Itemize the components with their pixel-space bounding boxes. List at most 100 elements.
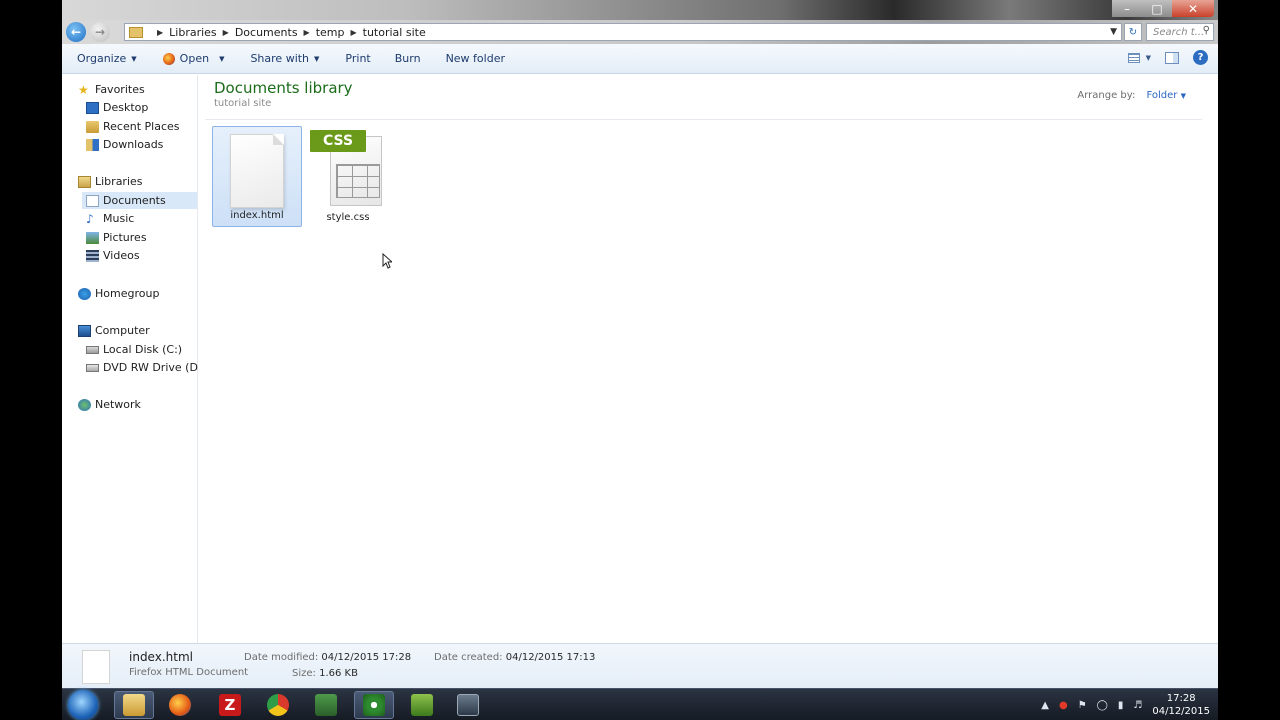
documents-icon: [86, 194, 99, 207]
refresh-button[interactable]: ↻: [1124, 23, 1142, 41]
burn-button[interactable]: Burn: [395, 52, 421, 65]
downloads-icon: [86, 138, 99, 151]
crumb-tutorial-site[interactable]: tutorial site: [363, 26, 426, 39]
sidebar-item-favorites[interactable]: ★ Favorites: [78, 83, 145, 96]
file-name: index.html: [230, 210, 284, 221]
sidebar-item-videos[interactable]: Videos: [86, 249, 140, 262]
burn-label: Burn: [394, 52, 421, 65]
taskbar-app-3[interactable]: [402, 691, 442, 719]
breadcrumb: ▶ Libraries ▶ Documents ▶ temp ▶ tutoria…: [151, 26, 426, 39]
chrome-icon: [267, 694, 289, 716]
address-dropdown-icon[interactable]: ▼: [1110, 24, 1121, 40]
arrange-by-dropdown[interactable]: Folder ▼: [1147, 90, 1186, 101]
file-thumbnail-icon: [82, 650, 110, 684]
dropdown-arrow-icon[interactable]: ▼: [1146, 54, 1151, 62]
desktop-icon: [86, 101, 99, 114]
arrange-by-label: Arrange by:: [1077, 90, 1136, 101]
help-icon[interactable]: ?: [1193, 50, 1208, 65]
sidebar-item-desktop[interactable]: Desktop: [86, 101, 148, 114]
dropdown-arrow-icon: ▼: [314, 54, 320, 63]
sidebar-item-homegroup[interactable]: Homegroup: [78, 287, 159, 300]
html-file-icon: [230, 134, 284, 208]
sidebar-item-computer[interactable]: Computer: [78, 324, 150, 337]
taskbar-explorer[interactable]: [114, 691, 154, 719]
sidebar-item-libraries[interactable]: Libraries: [78, 175, 143, 188]
explorer-window: – □ ✕ ← → ▶ Libraries ▶ Documents ▶ temp…: [62, 0, 1218, 688]
address-bar[interactable]: ▶ Libraries ▶ Documents ▶ temp ▶ tutoria…: [124, 23, 1122, 41]
sidebar-item-local-disk[interactable]: Local Disk (C:): [86, 343, 182, 356]
open-label: Open: [179, 52, 210, 65]
preview-pane-icon[interactable]: [1165, 51, 1179, 64]
dvd-drive-icon: [86, 363, 99, 372]
file-item-index-html[interactable]: index.html: [212, 126, 302, 227]
sidebar-item-label: Network: [95, 398, 141, 411]
open-button[interactable]: Open ▼: [162, 52, 225, 65]
organize-button[interactable]: Organize ▼: [77, 52, 137, 65]
chevron-right-icon: ▶: [350, 27, 357, 37]
taskbar-firefox[interactable]: [160, 691, 200, 719]
sidebar-item-recent-places[interactable]: Recent Places: [86, 120, 180, 133]
details-file-name: index.html: [129, 650, 193, 664]
homegroup-icon: [78, 287, 91, 300]
crumb-temp[interactable]: temp: [316, 26, 345, 39]
videos-icon: [86, 249, 99, 262]
sidebar-item-label: Homegroup: [95, 287, 160, 300]
search-input[interactable]: Search t... ⚲: [1146, 23, 1214, 41]
crumb-documents[interactable]: Documents: [235, 26, 298, 39]
taskbar-app-2[interactable]: [354, 691, 394, 719]
file-item-style-css[interactable]: CSS style.css: [303, 126, 393, 227]
clock[interactable]: 17:28 04/12/2015: [1152, 692, 1210, 718]
sidebar-item-network[interactable]: Network: [78, 398, 141, 411]
details-pane: index.html Firefox HTML Document Date mo…: [62, 643, 1218, 688]
flag-icon[interactable]: ⚑: [1078, 700, 1087, 711]
search-icon: ⚲: [1202, 25, 1210, 36]
new-folder-button[interactable]: New folder: [446, 52, 505, 65]
sidebar-item-label: Recent Places: [103, 120, 180, 133]
taskbar: Z ▲ ● ⚑ ◯ ▮ ♬ 17:28 04/12/2015: [62, 688, 1218, 720]
security-icon[interactable]: ●: [1059, 700, 1068, 711]
taskbar-app-1[interactable]: [306, 691, 346, 719]
globe-icon[interactable]: ◯: [1097, 700, 1108, 711]
mouse-cursor-icon: [382, 253, 392, 269]
sidebar-item-label: Libraries: [95, 175, 143, 188]
hard-drive-icon: [86, 345, 99, 354]
back-button[interactable]: ←: [66, 22, 86, 42]
command-bar: Organize ▼ Open ▼ Share with ▼ Print Burn N…: [62, 44, 1218, 74]
date-modified-value[interactable]: 04/12/2015 17:28: [321, 652, 411, 663]
libraries-icon: [78, 175, 91, 188]
show-hidden-icons-icon[interactable]: ▲: [1041, 700, 1049, 711]
pictures-icon: [86, 231, 99, 244]
taskbar-app-4[interactable]: [448, 691, 488, 719]
taskbar-chrome[interactable]: [258, 691, 298, 719]
taskbar-filezilla[interactable]: Z: [210, 691, 250, 719]
app-icon: [411, 694, 433, 716]
file-view: Documents library tutorial site Arrange …: [199, 75, 1218, 643]
date-modified-label: Date modified:: [244, 652, 319, 663]
crumb-libraries[interactable]: Libraries: [169, 26, 217, 39]
print-label: Print: [345, 52, 371, 65]
volume-icon[interactable]: ♬: [1133, 700, 1142, 711]
share-with-button[interactable]: Share with ▼: [250, 52, 319, 65]
share-with-label: Share with: [250, 52, 310, 65]
sidebar-item-downloads[interactable]: Downloads: [86, 138, 163, 151]
print-button[interactable]: Print: [345, 52, 370, 65]
sidebar-item-dvd-drive[interactable]: DVD RW Drive (D:) C: [86, 361, 217, 374]
sidebar-item-label: Favorites: [95, 83, 145, 96]
start-button[interactable]: [68, 690, 98, 720]
sidebar-item-pictures[interactable]: Pictures: [86, 231, 147, 244]
dropdown-arrow-icon: ▼: [219, 54, 225, 63]
library-title: Documents library: [214, 79, 353, 97]
date-created-value[interactable]: 04/12/2015 17:13: [506, 652, 596, 663]
maximize-button[interactable]: □: [1142, 0, 1172, 17]
sidebar-item-music[interactable]: ♪ Music: [86, 212, 134, 225]
minimize-button[interactable]: –: [1112, 0, 1142, 17]
change-view-icon[interactable]: [1127, 52, 1140, 63]
header-divider: [205, 119, 1202, 120]
forward-button[interactable]: →: [90, 22, 110, 42]
explorer-icon: [123, 694, 145, 716]
computer-icon: [78, 324, 91, 337]
sidebar-item-documents[interactable]: Documents: [82, 192, 197, 209]
network-signal-icon[interactable]: ▮: [1118, 700, 1124, 711]
close-button[interactable]: ✕: [1172, 0, 1214, 17]
dropdown-arrow-icon: ▼: [131, 54, 137, 63]
